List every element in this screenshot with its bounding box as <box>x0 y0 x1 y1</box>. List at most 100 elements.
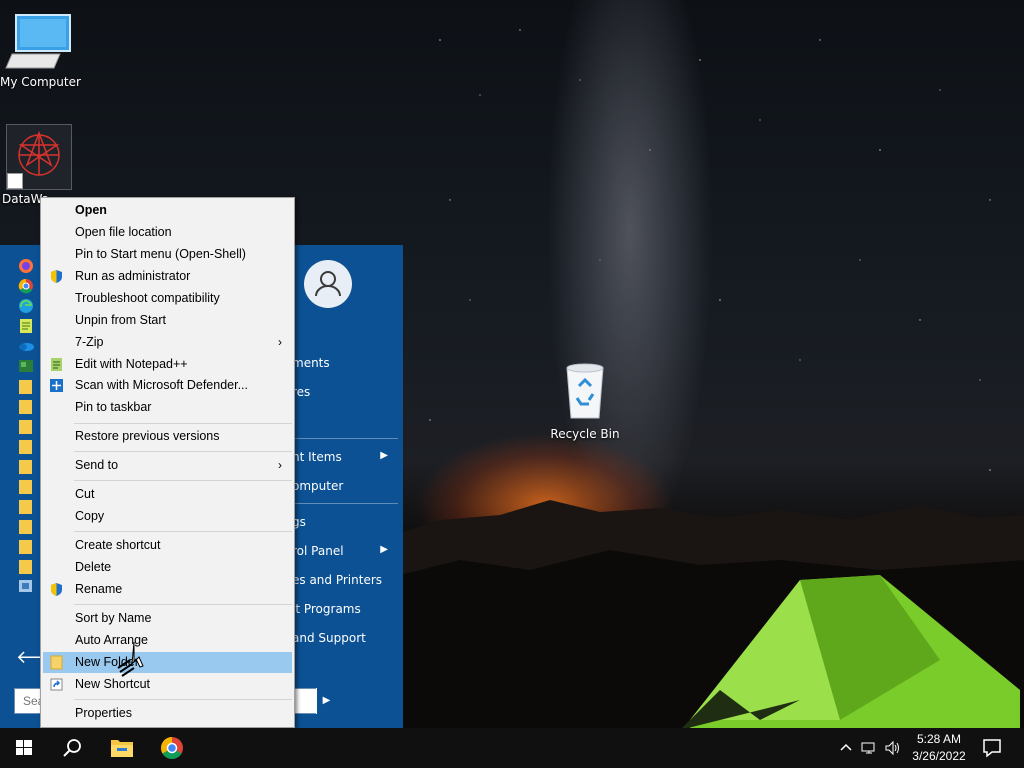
settings-app-icon[interactable] <box>17 358 35 374</box>
menu-item-label: Create shortcut <box>75 538 161 552</box>
edge-icon[interactable] <box>17 298 35 314</box>
menu-separator <box>74 531 292 532</box>
menu-item-label: Troubleshoot compatibility <box>75 291 220 305</box>
menu-item-new-folder[interactable]: New Folder <box>43 652 292 673</box>
menu-item-unpin-from-start[interactable]: Unpin from Start <box>43 310 292 331</box>
menu-item-edit-notepadpp[interactable]: Edit with Notepad++ <box>43 354 292 375</box>
start-item-documents[interactable]: ments <box>292 356 398 370</box>
folder-icon[interactable] <box>17 558 35 574</box>
start-item-label: omputer <box>292 479 344 493</box>
menu-item-open[interactable]: Open <box>43 200 292 221</box>
start-item-pictures[interactable]: res <box>292 385 398 399</box>
notepad-icon[interactable] <box>17 318 35 334</box>
menu-item-run-as-admin[interactable]: Run as administrator <box>43 266 292 287</box>
start-item-devices-printers[interactable]: es and Printers <box>292 573 398 587</box>
action-center-button[interactable] <box>972 728 1012 768</box>
start-item-computer[interactable]: omputer <box>292 479 398 493</box>
menu-item-label: Open file location <box>75 225 172 239</box>
volume-icon[interactable] <box>884 740 902 756</box>
desktop-icon-recycle-bin[interactable]: Recycle Bin <box>546 360 624 441</box>
menu-item-label: Properties <box>75 706 132 720</box>
menu-item-label: 7-Zip <box>75 335 104 349</box>
uac-shield-icon <box>51 270 62 283</box>
start-button[interactable] <box>0 728 48 768</box>
start-menu-divider <box>292 438 398 439</box>
chevron-up-icon[interactable] <box>838 740 854 756</box>
menu-item-open-file-location[interactable]: Open file location <box>43 222 292 243</box>
menu-item-label: Run as administrator <box>75 269 191 283</box>
start-menu-divider <box>292 503 398 504</box>
start-item-label: and Support <box>292 631 366 645</box>
desktop-icon-my-computer[interactable]: My Computer <box>0 12 81 89</box>
shortcut-arrow-icon <box>7 173 23 189</box>
folder-icon[interactable] <box>17 538 35 554</box>
taskbar-clock[interactable]: 5:28 AM 3/26/2022 <box>905 731 973 765</box>
chrome-icon <box>161 737 183 759</box>
menu-separator <box>74 480 292 481</box>
folder-icon[interactable] <box>17 458 35 474</box>
shortcut-icon <box>50 678 63 691</box>
menu-item-7zip[interactable]: 7-Zip › <box>43 332 292 353</box>
start-item-help-support[interactable]: and Support <box>292 631 398 645</box>
folder-icon[interactable] <box>17 478 35 494</box>
taskbar: 5:28 AM 3/26/2022 <box>0 728 1024 768</box>
folder-icon[interactable] <box>17 378 35 394</box>
menu-item-label: Copy <box>75 509 105 523</box>
menu-item-rename[interactable]: Rename <box>43 579 292 600</box>
chrome-icon[interactable] <box>17 278 35 294</box>
folder-icon[interactable] <box>17 438 35 454</box>
user-icon <box>315 271 341 297</box>
menu-item-delete[interactable]: Delete <box>43 557 292 578</box>
menu-item-properties[interactable]: Properties <box>43 703 292 724</box>
menu-item-label: Edit with Notepad++ <box>75 357 188 371</box>
start-item-music[interactable]: : <box>292 411 398 425</box>
start-item-settings[interactable]: gs <box>292 515 398 529</box>
file-explorer-icon <box>111 740 133 757</box>
menu-item-restore-previous[interactable]: Restore previous versions <box>43 426 292 447</box>
menu-item-new-shortcut[interactable]: New Shortcut <box>43 674 292 695</box>
start-item-control-panel[interactable]: rol Panel ▶ <box>292 544 398 558</box>
clock-time: 5:28 AM <box>916 732 962 746</box>
busy-cursor-icon <box>117 641 144 677</box>
menu-separator <box>74 604 292 605</box>
menu-item-pin-to-start[interactable]: Pin to Start menu (Open-Shell) <box>43 244 292 265</box>
folder-icon[interactable] <box>17 398 35 414</box>
windows-logo-icon <box>16 740 32 755</box>
installer-icon[interactable] <box>17 578 35 594</box>
onedrive-icon[interactable] <box>17 338 35 354</box>
menu-item-send-to[interactable]: Send to › <box>43 455 292 476</box>
menu-item-label: Rename <box>75 582 123 596</box>
tent-illustration <box>680 575 1020 730</box>
start-item-default-programs[interactable]: lt Programs <box>292 602 398 616</box>
user-avatar[interactable] <box>304 260 352 308</box>
desktop-icon-datawarrior[interactable]: DataWa <box>0 124 78 206</box>
folder-icon[interactable] <box>17 518 35 534</box>
firefox-icon[interactable] <box>17 258 35 274</box>
taskbar-file-explorer[interactable] <box>98 728 146 768</box>
menu-item-cut[interactable]: Cut <box>43 484 292 505</box>
menu-separator <box>74 699 292 700</box>
taskbar-search-button[interactable] <box>48 728 96 768</box>
menu-item-copy[interactable]: Copy <box>43 506 292 527</box>
menu-item-auto-arrange[interactable]: Auto Arrange <box>43 630 292 651</box>
menu-item-label: Pin to Start menu (Open-Shell) <box>75 247 246 261</box>
folder-icon[interactable] <box>17 418 35 434</box>
notepadpp-icon <box>51 358 62 371</box>
menu-item-sort-by-name[interactable]: Sort by Name <box>43 608 292 629</box>
menu-item-scan-defender[interactable]: Scan with Microsoft Defender... <box>43 375 292 396</box>
menu-item-label: Pin to taskbar <box>75 400 152 414</box>
network-icon[interactable] <box>860 740 878 756</box>
notification-icon <box>983 739 1001 758</box>
menu-item-create-shortcut[interactable]: Create shortcut <box>43 535 292 556</box>
menu-item-label: Cut <box>75 487 95 501</box>
menu-item-label: Send to <box>75 458 119 472</box>
folder-icon[interactable] <box>17 498 35 514</box>
search-icon <box>63 739 81 757</box>
start-item-recent-items[interactable]: nt Items ▶ <box>292 450 398 464</box>
menu-item-troubleshoot[interactable]: Troubleshoot compatibility <box>43 288 292 309</box>
shutdown-arrow-button[interactable]: ▶ <box>316 688 336 714</box>
back-arrow-icon[interactable]: 🡐 <box>16 649 64 667</box>
taskbar-chrome[interactable] <box>148 728 196 768</box>
defender-icon <box>50 379 63 392</box>
menu-item-pin-to-taskbar[interactable]: Pin to taskbar <box>43 397 292 418</box>
